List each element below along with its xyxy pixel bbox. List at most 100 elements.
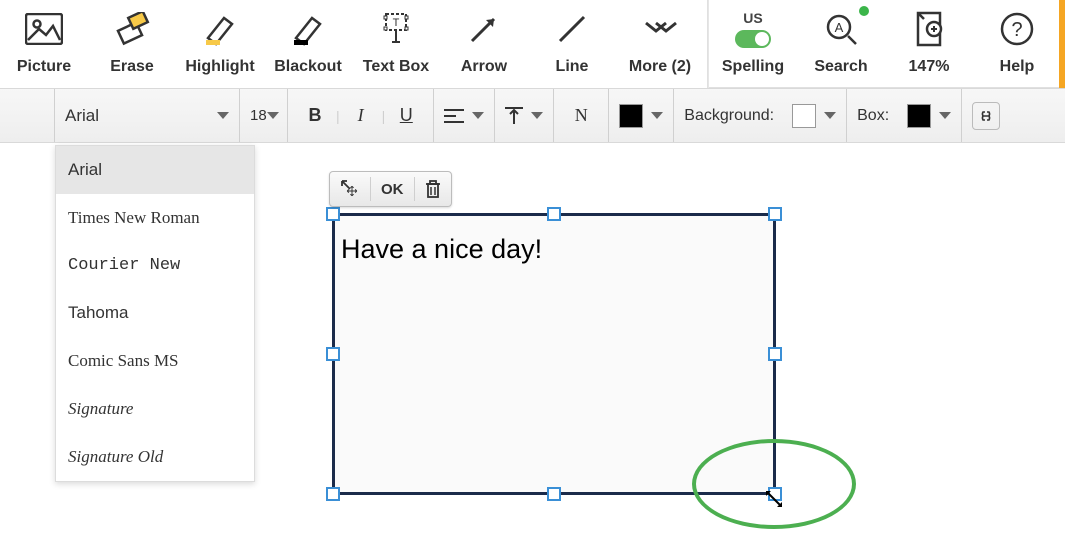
search-label: Search [814,58,867,76]
svg-text:?: ? [1011,19,1022,41]
move-handle-button[interactable] [330,172,370,206]
font-family-dropdown: Arial Times New Roman Courier New Tahoma… [55,145,255,482]
zoom-label: 147% [909,58,950,76]
highlight-tool[interactable]: Highlight [176,0,264,88]
bold-button[interactable]: B [298,105,332,126]
spelling-lang: US [743,10,762,26]
more-icon [642,6,678,52]
blackout-label: Blackout [274,58,342,76]
font-option-times[interactable]: Times New Roman [56,194,254,242]
picture-label: Picture [17,58,71,76]
move-icon [340,179,360,199]
text-box-shape[interactable]: Have a nice day! [332,213,776,495]
textbox-tool[interactable]: T Text Box [352,0,440,88]
format-left-pad [0,89,55,142]
link-button-seg [962,89,1010,142]
spelling-label: Spelling [722,58,784,76]
font-size-value: 18 [250,107,267,124]
erase-tool[interactable]: Erase [88,0,176,88]
font-family-select[interactable]: Arial [55,89,240,142]
picture-icon [25,6,63,52]
normal-button: N [564,105,598,126]
chevron-down-icon [217,112,229,119]
main-toolbar: Picture Erase Highlight Blackout T Text … [0,0,1065,88]
chevron-down-icon [651,112,663,119]
picture-tool[interactable]: Picture [0,0,88,88]
chevron-down-icon [531,112,543,119]
font-size-select[interactable]: 18 [240,89,288,142]
font-option-signature-old[interactable]: Signature Old [56,433,254,481]
v-align-select[interactable] [495,89,554,142]
chevron-down-icon [824,112,836,119]
font-option-courier[interactable]: Courier New [56,242,254,289]
text-color-swatch [619,104,643,128]
delete-button[interactable] [415,172,451,206]
canvas-workspace[interactable]: Arial Times New Roman Courier New Tahoma… [0,143,1065,545]
help-label: Help [1000,58,1035,76]
resize-handle-mid-right[interactable] [768,347,782,361]
font-option-signature[interactable]: Signature [56,385,254,433]
svg-text:A: A [835,20,844,35]
line-icon [554,6,590,52]
font-option-tahoma[interactable]: Tahoma [56,289,254,337]
align-top-icon [505,106,523,126]
more-tool[interactable]: More (2) [616,0,704,88]
resize-cursor-icon [762,487,786,514]
highlight-icon [202,6,238,52]
box-label: Box: [857,107,889,125]
line-tool[interactable]: Line [528,0,616,88]
resize-handle-bottom-left[interactable] [326,487,340,501]
font-option-arial[interactable]: Arial [56,146,254,194]
toolbar-right-accent [1059,0,1065,88]
resize-handle-mid-left[interactable] [326,347,340,361]
chevron-down-icon [939,112,951,119]
svg-text:T: T [393,17,400,29]
erase-icon [114,6,150,52]
zoom-tool[interactable]: 147% [885,0,973,88]
h-align-select[interactable] [434,89,495,142]
spelling-tool[interactable]: US Spelling [709,0,797,88]
annotation-ellipse [692,439,856,529]
resize-handle-bottom-mid[interactable] [547,487,561,501]
help-tool[interactable]: ? Help [973,0,1061,88]
arrow-tool[interactable]: Arrow [440,0,528,88]
font-option-comic[interactable]: Comic Sans MS [56,337,254,385]
link-button[interactable] [972,102,1000,130]
font-family-value: Arial [65,106,99,126]
resize-handle-top-left[interactable] [326,207,340,221]
box-color-swatch [907,104,931,128]
background-color-swatch [792,104,816,128]
italic-button[interactable]: I [344,105,378,126]
textbox-label: Text Box [363,58,429,76]
arrow-icon [466,6,502,52]
line-label: Line [556,58,589,76]
textbox-float-bar: OK [329,171,452,207]
highlight-label: Highlight [185,58,254,76]
search-indicator-dot [859,6,869,16]
textbox-icon: T [378,6,414,52]
resize-handle-top-mid[interactable] [547,207,561,221]
align-left-icon [444,108,464,124]
more-label: More (2) [629,58,691,76]
search-icon: A [823,6,859,52]
background-label: Background: [684,107,774,125]
reset-style-button[interactable]: N [554,89,609,142]
blackout-icon [290,6,326,52]
chevron-down-icon [267,112,279,119]
box-color-select[interactable]: Box: [847,89,962,142]
toolbar-right-group: US Spelling A Search 147% ? Help [708,0,1061,88]
background-color-select[interactable]: Background: [674,89,847,142]
chevron-down-icon [472,112,484,119]
underline-button[interactable]: U [389,105,423,126]
help-icon: ? [999,6,1035,52]
spelling-toggle[interactable] [735,30,771,48]
text-style-group: B | I | U [288,89,434,142]
text-color-select[interactable] [609,89,674,142]
search-tool[interactable]: A Search [797,0,885,88]
text-box-content[interactable]: Have a nice day! [335,216,773,283]
ok-button[interactable]: OK [371,172,414,206]
blackout-tool[interactable]: Blackout [264,0,352,88]
link-icon [977,110,995,122]
resize-handle-top-right[interactable] [768,207,782,221]
zoom-icon [912,6,946,52]
